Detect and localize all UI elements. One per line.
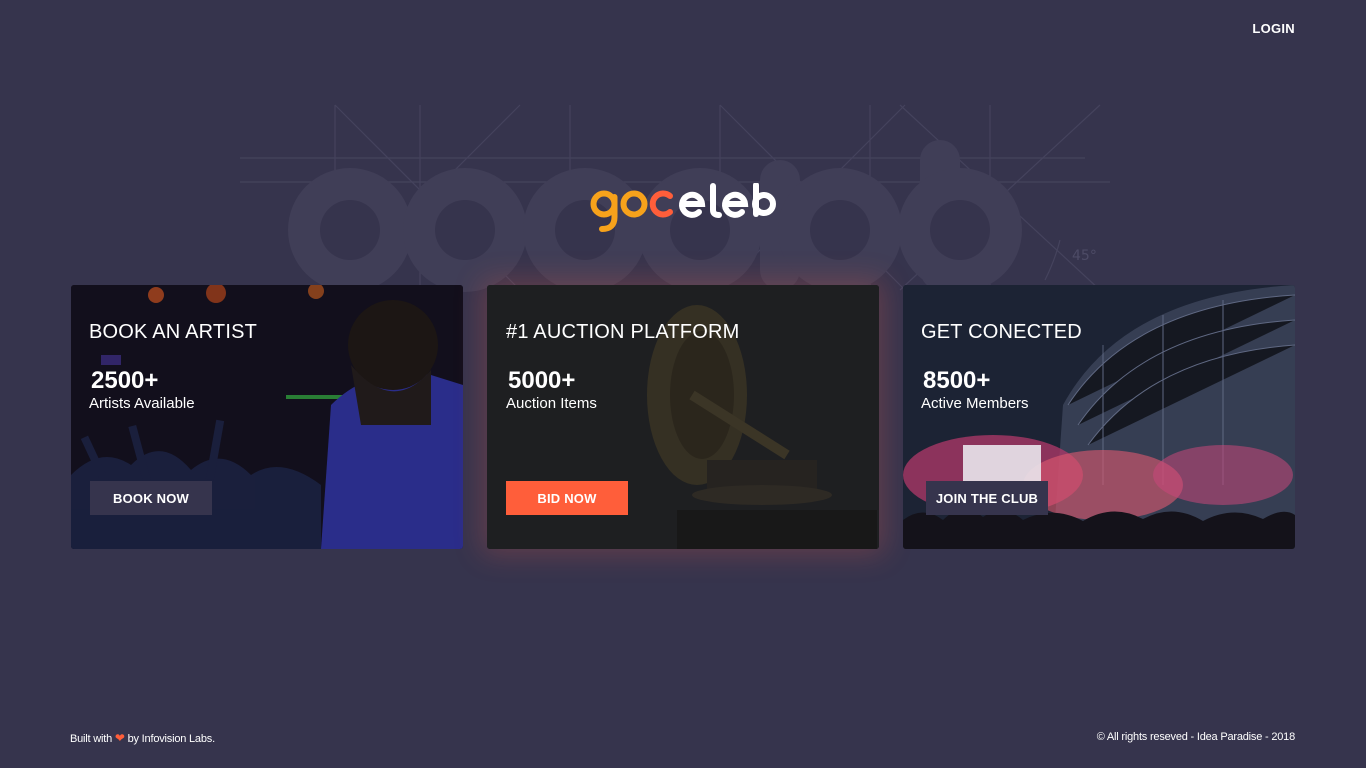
book-artist-card: BOOK AN ARTIST 2500+ Artists Available B… bbox=[71, 285, 463, 549]
book-now-button[interactable]: BOOK NOW bbox=[90, 481, 212, 515]
angle-label: 45° bbox=[1072, 248, 1097, 264]
card-count: 2500+ bbox=[91, 367, 159, 394]
landing-page: LOGIN 45° BOOK AN ARTIST 2500+ Artists A… bbox=[0, 0, 1366, 768]
card-subtitle: Active Members bbox=[921, 395, 1029, 412]
card-title: #1 AUCTION PLATFORM bbox=[506, 321, 740, 343]
card-subtitle: Artists Available bbox=[89, 395, 195, 412]
by-text: by Infovision Labs. bbox=[127, 733, 216, 745]
get-connected-card: GET CONECTED 8500+ Active Members JOIN T… bbox=[903, 285, 1295, 549]
footer-credits: Built with ❤ by Infovision Labs. bbox=[70, 731, 215, 745]
heart-icon: ❤ bbox=[114, 731, 125, 745]
copyright-text: © All rights reseved - Idea Paradise - 2… bbox=[1096, 731, 1295, 743]
card-count: 5000+ bbox=[508, 367, 576, 394]
card-title: BOOK AN ARTIST bbox=[89, 321, 258, 343]
built-with-text: Built with bbox=[70, 733, 113, 745]
join-club-button[interactable]: JOIN THE CLUB bbox=[926, 481, 1048, 515]
goceleb-logo[interactable] bbox=[590, 183, 776, 239]
login-link[interactable]: LOGIN bbox=[1252, 21, 1295, 36]
bid-now-button[interactable]: BID NOW bbox=[506, 481, 628, 515]
card-subtitle: Auction Items bbox=[506, 395, 597, 412]
auction-card: #1 AUCTION PLATFORM 5000+ Auction Items … bbox=[487, 285, 879, 549]
card-title: GET CONECTED bbox=[921, 321, 1082, 343]
card-count: 8500+ bbox=[923, 367, 991, 394]
